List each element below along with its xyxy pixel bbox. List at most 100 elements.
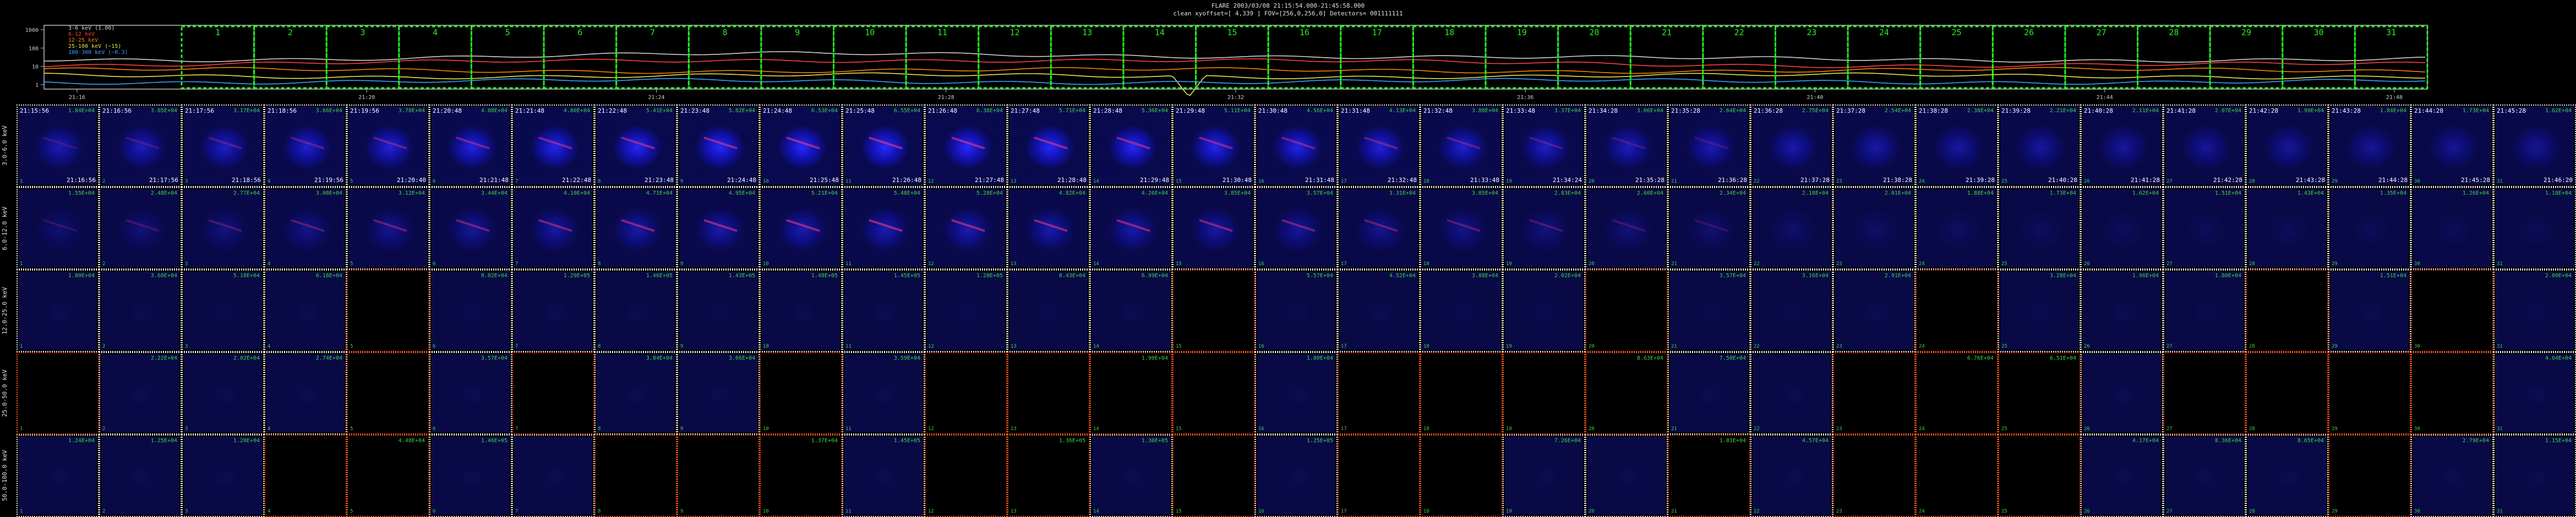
image-panel[interactable]: 4.82E+04 13 xyxy=(1007,187,1090,270)
image-panel[interactable]: 18 xyxy=(1420,352,1503,435)
image-panel[interactable]: 8.65E+04 28 xyxy=(2246,435,2328,517)
image-panel[interactable]: 3.08E+04 4 xyxy=(264,187,347,270)
image-panel[interactable]: 21:25:48 21:26:48 6.55E+04 11 xyxy=(842,105,925,187)
image-panel[interactable]: 3.16E+04 22 xyxy=(1750,270,1833,352)
image-panel[interactable]: 21:42:28 21:43:28 1.99E+04 28 xyxy=(2246,105,2328,187)
image-panel[interactable]: 6.99E+04 14 xyxy=(1090,270,1172,352)
image-panel[interactable]: 12 xyxy=(925,435,1007,517)
image-panel[interactable]: 21:38:28 21:39:28 2.38E+04 24 xyxy=(1915,105,1998,187)
image-panel[interactable]: 29 xyxy=(2328,435,2411,517)
image-panel[interactable]: 6.76E+04 24 xyxy=(1915,352,1998,435)
image-panel[interactable]: 21:31:48 21:32:48 4.13E+04 17 xyxy=(1338,105,1420,187)
image-panel[interactable]: 1.43E+04 28 xyxy=(2246,187,2328,270)
image-panel[interactable]: 21:28:48 21:29:48 5.36E+04 14 xyxy=(1090,105,1172,187)
image-panel[interactable]: 1.55E+04 1 xyxy=(17,187,99,270)
image-panel[interactable]: 1.36E+05 13 xyxy=(1007,435,1090,517)
image-panel[interactable]: 21:45:28 21:46:20 1.62E+04 31 xyxy=(2493,105,2576,187)
image-panel[interactable]: 30 xyxy=(2411,270,2493,352)
image-panel[interactable]: 20 xyxy=(1585,435,1668,517)
image-panel[interactable]: 1.20E+04 3 xyxy=(182,435,264,517)
image-panel[interactable]: 4.48E+04 5 xyxy=(347,435,429,517)
image-panel[interactable]: 21:41:28 21:42:28 2.07E+04 27 xyxy=(2163,105,2246,187)
image-panel[interactable]: 2.79E+04 30 xyxy=(2411,435,2493,517)
image-panel[interactable]: 21:32:48 21:33:48 3.80E+04 18 xyxy=(1420,105,1503,187)
image-panel[interactable]: 7.26E+04 19 xyxy=(1503,435,1585,517)
image-panel[interactable]: 4 xyxy=(264,435,347,517)
image-panel[interactable]: 3.84E+04 8 xyxy=(594,352,677,435)
image-panel[interactable]: 21:15:56 21:16:56 1.84E+04 1 xyxy=(17,105,99,187)
image-panel[interactable]: 24 xyxy=(1915,435,1998,517)
image-panel[interactable]: 7 xyxy=(512,435,594,517)
image-panel[interactable]: 1.46E+05 8 xyxy=(594,270,677,352)
image-panel[interactable]: 1.25E+05 16 xyxy=(1255,435,1338,517)
image-panel[interactable]: 21:18:56 21:19:56 3.66E+04 4 xyxy=(264,105,347,187)
image-panel[interactable]: 4.26E+04 14 xyxy=(1090,187,1172,270)
image-panel[interactable]: 21:27:48 21:28:48 5.71E+04 13 xyxy=(1007,105,1090,187)
image-panel[interactable]: 3.57E+04 6 xyxy=(429,352,512,435)
image-panel[interactable]: 21:16:56 21:17:56 3.05E+04 2 xyxy=(99,105,182,187)
image-panel[interactable]: 2.74E+04 4 xyxy=(264,352,347,435)
image-panel[interactable]: 4.52E+04 17 xyxy=(1338,270,1420,352)
image-panel[interactable]: 24 xyxy=(1915,270,1998,352)
image-panel[interactable]: 26 xyxy=(2081,352,2163,435)
image-panel[interactable]: 21:39:28 21:40:28 2.21E+04 25 xyxy=(1998,105,2081,187)
image-panel[interactable]: 23 xyxy=(1833,352,1915,435)
image-panel[interactable]: 21:22:48 21:23:48 5.41E+04 8 xyxy=(594,105,677,187)
image-panel[interactable]: 1.43E+05 9 xyxy=(677,270,760,352)
image-panel[interactable]: 1.46E+05 6 xyxy=(429,435,512,517)
image-panel[interactable]: 3.12E+04 5 xyxy=(347,187,429,270)
image-panel[interactable]: 5.48E+04 11 xyxy=(842,187,925,270)
image-panel[interactable]: 2.83E+04 19 xyxy=(1503,187,1585,270)
image-panel[interactable]: 4.17E+04 26 xyxy=(2081,435,2163,517)
image-panel[interactable]: 1.80E+04 16 xyxy=(1255,352,1338,435)
image-panel[interactable]: 1.45E+05 11 xyxy=(842,270,925,352)
image-panel[interactable]: 1.51E+04 29 xyxy=(2328,270,2411,352)
image-panel[interactable]: 1.62E+04 26 xyxy=(2081,187,2163,270)
image-panel[interactable]: 10 xyxy=(760,352,842,435)
image-panel[interactable]: 21:36:28 21:37:28 2.75E+04 22 xyxy=(1750,105,1833,187)
image-panel[interactable]: 2.34E+04 21 xyxy=(1668,187,1750,270)
image-panel[interactable]: 2.00E+04 31 xyxy=(2493,270,2576,352)
image-panel[interactable]: 25 xyxy=(1998,435,2081,517)
image-panel[interactable]: 4.95E+04 9 xyxy=(677,187,760,270)
image-panel[interactable]: 1.80E+04 27 xyxy=(2163,270,2246,352)
image-panel[interactable]: 21:26:48 21:27:48 6.38E+04 12 xyxy=(925,105,1007,187)
image-panel[interactable]: 17 xyxy=(1338,352,1420,435)
image-panel[interactable]: 28 xyxy=(2246,270,2328,352)
image-panel[interactable]: 1.48E+05 10 xyxy=(760,270,842,352)
image-panel[interactable]: 19 xyxy=(1503,352,1585,435)
image-panel[interactable]: 4.71E+04 8 xyxy=(594,187,677,270)
image-panel[interactable]: 2.18E+04 22 xyxy=(1750,187,1833,270)
image-panel[interactable]: 1.24E+04 1 xyxy=(17,435,99,517)
image-panel[interactable]: 1.37E+04 10 xyxy=(760,435,842,517)
image-panel[interactable]: 2.02E+04 3 xyxy=(182,352,264,435)
image-panel[interactable]: 1.96E+04 26 xyxy=(2081,270,2163,352)
image-panel[interactable]: 29 xyxy=(2328,352,2411,435)
image-panel[interactable]: 1.90E+04 14 xyxy=(1090,352,1172,435)
image-panel[interactable]: 23 xyxy=(1833,435,1915,517)
image-panel[interactable]: 1.30E+05 14 xyxy=(1090,435,1172,517)
image-panel[interactable]: 5 xyxy=(347,352,429,435)
image-panel[interactable]: 21:23:48 21:24:48 5.82E+04 9 xyxy=(677,105,760,187)
image-panel[interactable]: 9 xyxy=(677,435,760,517)
image-panel[interactable]: 3.44E+04 6 xyxy=(429,187,512,270)
image-panel[interactable]: 30 xyxy=(2411,352,2493,435)
image-panel[interactable]: 21:40:28 21:41:28 2.11E+04 26 xyxy=(2081,105,2163,187)
image-panel[interactable]: 3.57E+04 16 xyxy=(1255,187,1338,270)
image-panel[interactable]: 3.59E+04 11 xyxy=(842,352,925,435)
image-panel[interactable]: 5.57E+04 16 xyxy=(1255,270,1338,352)
image-panel[interactable]: 4.57E+04 22 xyxy=(1750,435,1833,517)
image-panel[interactable]: 1.35E+04 29 xyxy=(2328,187,2411,270)
image-panel[interactable]: 1.80E+04 1 xyxy=(17,270,99,352)
image-panel[interactable]: 1.01E+04 21 xyxy=(1668,435,1750,517)
image-panel[interactable]: 2.48E+04 2 xyxy=(99,187,182,270)
image-panel[interactable]: 2.91E+04 23 xyxy=(1833,270,1915,352)
image-panel[interactable]: 5 xyxy=(347,270,429,352)
image-panel[interactable]: 1.73E+04 25 xyxy=(1998,187,2081,270)
image-panel[interactable]: 21:21:48 21:22:48 4.80E+04 7 xyxy=(512,105,594,187)
image-panel[interactable]: 7 xyxy=(512,352,594,435)
image-panel[interactable]: 12 xyxy=(925,352,1007,435)
image-panel[interactable]: 3.57E+04 21 xyxy=(1668,270,1750,352)
image-panel[interactable]: 21:30:48 21:31:48 4.56E+04 16 xyxy=(1255,105,1338,187)
image-panel[interactable]: 15 xyxy=(1172,352,1255,435)
